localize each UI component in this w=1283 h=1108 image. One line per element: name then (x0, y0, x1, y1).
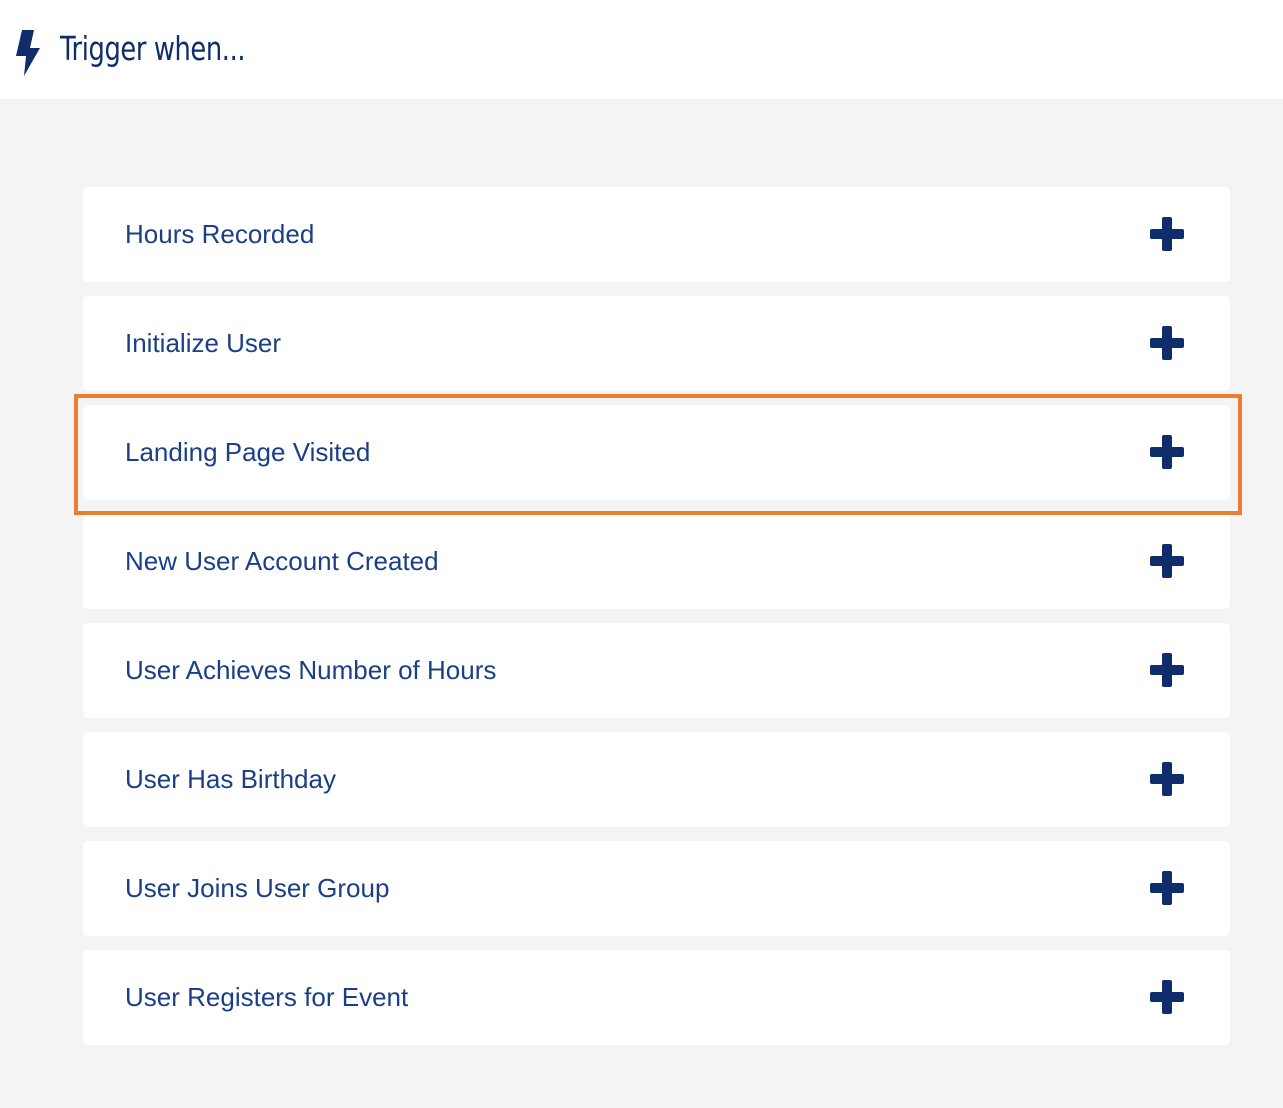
trigger-item-user-has-birthday[interactable]: User Has Birthday (83, 732, 1230, 827)
trigger-label: New User Account Created (125, 546, 439, 576)
trigger-item-hours-recorded[interactable]: Hours Recorded (83, 187, 1230, 282)
page-header: Trigger when... (0, 0, 1283, 99)
trigger-label: Landing Page Visited (125, 437, 371, 467)
plus-icon[interactable] (1150, 762, 1184, 796)
trigger-label: User Achieves Number of Hours (125, 655, 497, 685)
plus-icon[interactable] (1150, 871, 1184, 905)
trigger-item-new-user-account-created[interactable]: New User Account Created (83, 514, 1230, 609)
plus-icon[interactable] (1150, 544, 1184, 578)
trigger-panel: Hours Recorded Initialize User Landing P… (0, 99, 1283, 1108)
trigger-item-user-joins-user-group[interactable]: User Joins User Group (83, 841, 1230, 936)
trigger-item-user-achieves-number-of-hours[interactable]: User Achieves Number of Hours (83, 623, 1230, 718)
trigger-item-landing-page-visited[interactable]: Landing Page Visited (83, 405, 1230, 500)
trigger-label: Hours Recorded (125, 219, 315, 249)
trigger-item-user-registers-for-event[interactable]: User Registers for Event (83, 950, 1230, 1045)
plus-icon[interactable] (1150, 217, 1184, 251)
trigger-label: User Joins User Group (125, 873, 390, 903)
lightning-bolt-icon (16, 30, 40, 76)
plus-icon[interactable] (1150, 980, 1184, 1014)
trigger-item-initialize-user[interactable]: Initialize User (83, 296, 1230, 391)
trigger-label: User Registers for Event (125, 982, 409, 1012)
plus-icon[interactable] (1150, 653, 1184, 687)
trigger-label: Initialize User (125, 328, 282, 358)
page-title: Trigger when... (60, 29, 246, 68)
trigger-label: User Has Birthday (125, 764, 336, 794)
plus-icon[interactable] (1150, 326, 1184, 360)
trigger-list: Hours Recorded Initialize User Landing P… (83, 187, 1230, 1059)
plus-icon[interactable] (1150, 435, 1184, 469)
